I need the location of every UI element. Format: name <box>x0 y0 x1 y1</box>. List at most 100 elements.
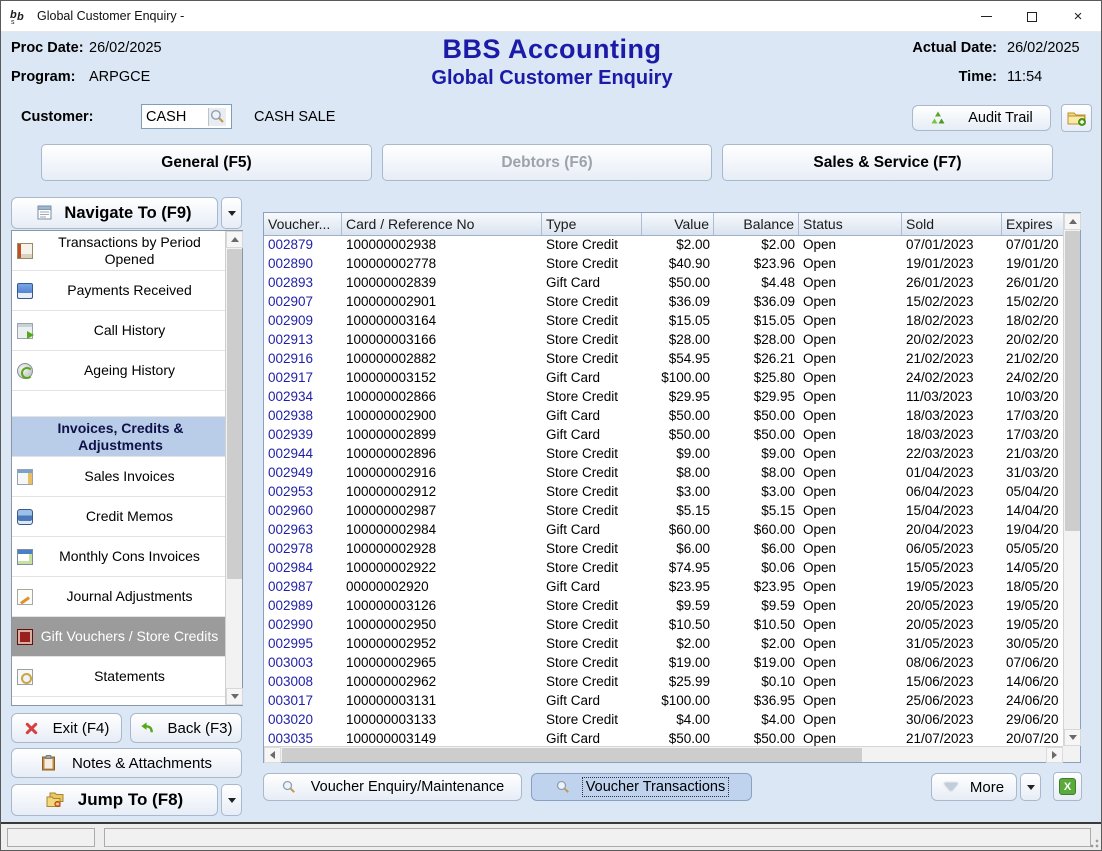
table-cell: $54.95 <box>642 350 714 369</box>
scroll-up-icon[interactable] <box>226 231 243 248</box>
table-row[interactable]: 002916100000002882Store Credit$54.95$26.… <box>264 350 1063 369</box>
table-cell: $74.95 <box>642 559 714 578</box>
notes-attachments-button[interactable]: Notes & Attachments <box>11 748 242 778</box>
table-row[interactable]: 002890100000002778Store Credit$40.90$23.… <box>264 255 1063 274</box>
export-excel-button[interactable]: X <box>1053 772 1082 801</box>
table-row[interactable]: 002934100000002866Store Credit$29.95$29.… <box>264 388 1063 407</box>
table-row[interactable]: 002893100000002839Gift Card$50.00$4.48Op… <box>264 274 1063 293</box>
table-cell: 08/06/2023 <box>902 654 1002 673</box>
search-icon <box>281 779 297 795</box>
table-row[interactable]: 002939100000002899Gift Card$50.00$50.00O… <box>264 426 1063 445</box>
app-logo-icon: bbs <box>9 6 29 26</box>
customer-code-input[interactable] <box>142 109 208 125</box>
table-row[interactable]: 003020100000003133Store Credit$4.00$4.00… <box>264 711 1063 730</box>
more-button[interactable]: More <box>931 773 1017 801</box>
column-header[interactable]: Status <box>799 213 902 235</box>
table-row[interactable]: 003017100000003131Gift Card$100.00$36.95… <box>264 692 1063 711</box>
column-header[interactable]: Value <box>642 213 714 235</box>
voucher-transactions-button[interactable]: Voucher Transactions <box>531 773 752 801</box>
table-cell: 17/03/20 <box>1002 426 1063 445</box>
table-row[interactable]: 002984100000002922Store Credit$74.95$0.0… <box>264 559 1063 578</box>
table-row[interactable]: 002879100000002938Store Credit$2.00$2.00… <box>264 236 1063 255</box>
table-cell: 30/06/2023 <box>902 711 1002 730</box>
scroll-down-icon[interactable] <box>226 688 243 705</box>
sidebar-item[interactable]: Gift Vouchers / Store Credits <box>12 617 225 657</box>
sidebar-item[interactable]: Ageing History <box>12 351 225 391</box>
column-header[interactable]: Sold <box>902 213 1002 235</box>
minimize-button[interactable] <box>963 1 1009 32</box>
tab-sales-service[interactable]: Sales & Service (F7) <box>722 144 1053 181</box>
table-row[interactable]: 00298700000002920Gift Card$23.95$23.95Op… <box>264 578 1063 597</box>
jump-dropdown-button[interactable] <box>221 784 242 816</box>
scroll-up-icon[interactable] <box>1064 213 1081 230</box>
sidebar-item[interactable]: Sales Invoices <box>12 457 225 497</box>
audit-trail-button[interactable]: Audit Trail <box>912 105 1051 131</box>
table-row[interactable]: 002990100000002950Store Credit$10.50$10.… <box>264 616 1063 635</box>
table-row[interactable]: 002949100000002916Store Credit$8.00$8.00… <box>264 464 1063 483</box>
table-row[interactable]: 003003100000002965Store Credit$19.00$19.… <box>264 654 1063 673</box>
table-row[interactable]: 002909100000003164Store Credit$15.05$15.… <box>264 312 1063 331</box>
table-vertical-scrollbar[interactable] <box>1063 213 1080 746</box>
table-cell: 100000002984 <box>342 521 542 540</box>
table-cell: 21/02/20 <box>1002 350 1063 369</box>
table-row[interactable]: 002917100000003152Gift Card$100.00$25.80… <box>264 369 1063 388</box>
resize-grip-icon[interactable] <box>1087 836 1099 848</box>
more-dropdown-button[interactable] <box>1020 773 1041 801</box>
sidebar-item[interactable]: Call History <box>12 311 225 351</box>
table-row[interactable]: 002978100000002928Store Credit$6.00$6.00… <box>264 540 1063 559</box>
scroll-down-icon[interactable] <box>1064 729 1081 746</box>
column-header[interactable]: Type <box>542 213 642 235</box>
table-row[interactable]: 002938100000002900Gift Card$50.00$50.00O… <box>264 407 1063 426</box>
table-row[interactable]: 002989100000003126Store Credit$9.59$9.59… <box>264 597 1063 616</box>
navigate-dropdown-button[interactable] <box>221 197 242 229</box>
navigate-list-scrollbar[interactable] <box>225 231 242 705</box>
table-row[interactable]: 003035100000003149Gift Card$50.00$50.00O… <box>264 730 1063 746</box>
sidebar-item[interactable]: Statements <box>12 657 225 697</box>
scroll-thumb[interactable] <box>227 249 242 579</box>
folder-stack-icon <box>46 792 64 808</box>
jump-to-button[interactable]: Jump To (F8) <box>11 784 218 816</box>
navigate-to-button[interactable]: Navigate To (F9) <box>11 197 218 229</box>
voucher-enquiry-button[interactable]: Voucher Enquiry/Maintenance <box>263 773 522 801</box>
table-cell: $0.10 <box>714 673 799 692</box>
customer-search-icon[interactable] <box>208 108 226 126</box>
sidebar-item[interactable]: Monthly Cons Invoices <box>12 537 225 577</box>
back-button[interactable]: Back (F3) <box>130 713 242 743</box>
customer-code-field[interactable] <box>141 104 232 129</box>
table-cell: 002984 <box>264 559 342 578</box>
close-button[interactable]: × <box>1055 1 1101 32</box>
scroll-right-icon[interactable] <box>1046 747 1063 763</box>
table-cell: 20/05/2023 <box>902 597 1002 616</box>
column-header[interactable]: Balance <box>714 213 799 235</box>
attachments-folder-button[interactable] <box>1061 104 1092 132</box>
sidebar-item[interactable]: Journal Adjustments <box>12 577 225 617</box>
scroll-thumb[interactable] <box>1065 231 1080 531</box>
sidebar-item[interactable]: Transactions by Period Opened <box>12 231 225 271</box>
table-row[interactable]: 002995100000002952Store Credit$2.00$2.00… <box>264 635 1063 654</box>
table-row[interactable]: 002960100000002987Store Credit$5.15$5.15… <box>264 502 1063 521</box>
table-horizontal-scrollbar[interactable] <box>264 746 1063 762</box>
table-cell: 14/06/20 <box>1002 673 1063 692</box>
column-header[interactable]: Voucher... <box>264 213 342 235</box>
scroll-left-icon[interactable] <box>264 747 281 763</box>
voucher-enquiry-label: Voucher Enquiry/Maintenance <box>311 779 504 795</box>
column-header[interactable]: Expires <box>1002 213 1063 235</box>
sidebar-item[interactable]: Payments Received <box>12 271 225 311</box>
chevron-down-icon <box>1027 785 1035 790</box>
voucher-table-header[interactable]: Voucher...Card / Reference NoTypeValueBa… <box>264 213 1063 236</box>
column-header[interactable]: Card / Reference No <box>342 213 542 235</box>
table-cell: Store Credit <box>542 483 642 502</box>
exit-button[interactable]: Exit (F4) <box>11 713 122 743</box>
table-cell: 19/05/20 <box>1002 597 1063 616</box>
scroll-thumb[interactable] <box>282 748 862 762</box>
table-row[interactable]: 003008100000002962Store Credit$25.99$0.1… <box>264 673 1063 692</box>
table-row[interactable]: 002963100000002984Gift Card$60.00$60.00O… <box>264 521 1063 540</box>
maximize-button[interactable] <box>1009 1 1055 32</box>
sidebar-item[interactable]: Credit Memos <box>12 497 225 537</box>
table-row[interactable]: 002953100000002912Store Credit$3.00$3.00… <box>264 483 1063 502</box>
table-row[interactable]: 002907100000002901Store Credit$36.09$36.… <box>264 293 1063 312</box>
table-row[interactable]: 002913100000003166Store Credit$28.00$28.… <box>264 331 1063 350</box>
tab-general[interactable]: General (F5) <box>41 144 372 181</box>
table-cell: 100000002896 <box>342 445 542 464</box>
table-row[interactable]: 002944100000002896Store Credit$9.00$9.00… <box>264 445 1063 464</box>
